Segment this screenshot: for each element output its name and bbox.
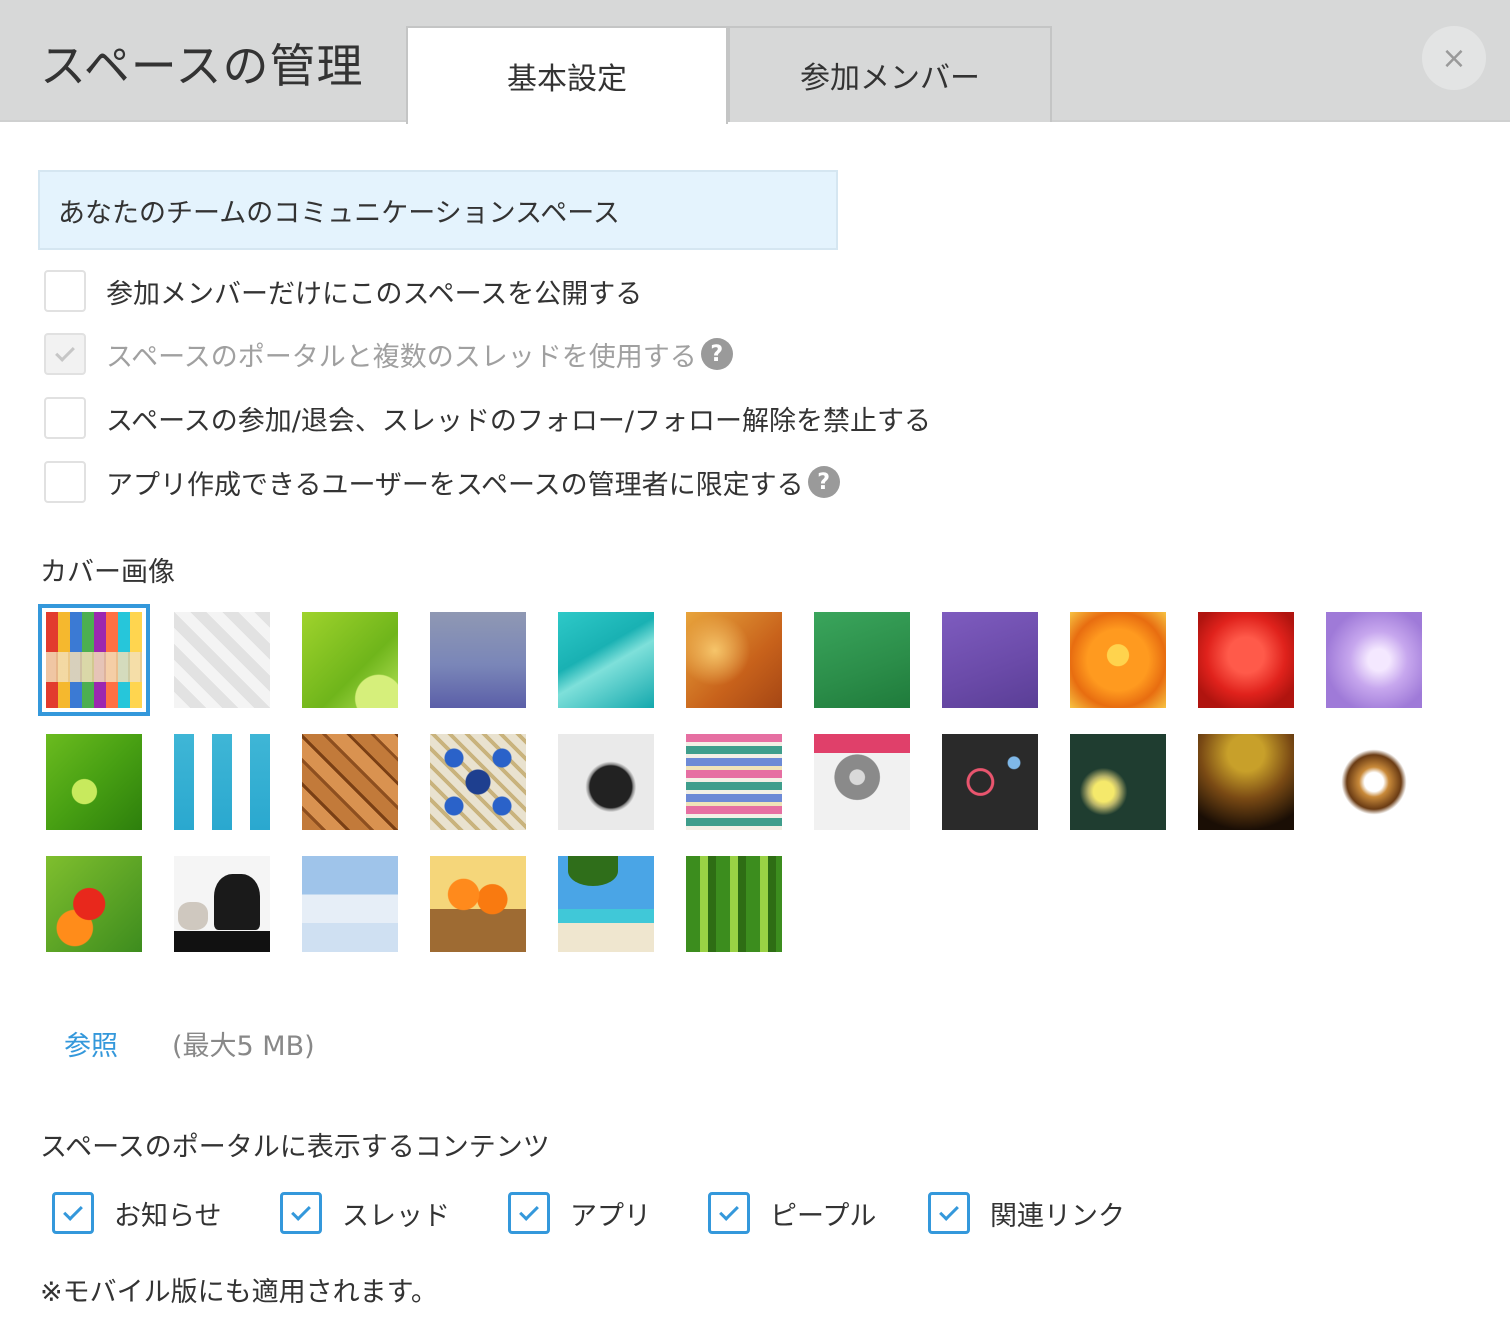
portal-item-notice[interactable]: お知らせ — [52, 1192, 221, 1234]
cover-thumb-vegetables[interactable] — [46, 856, 142, 952]
limit-app-creation-checkbox[interactable] — [44, 461, 86, 503]
related-links-checkbox[interactable] — [928, 1192, 970, 1234]
cover-thumb-lime[interactable] — [302, 612, 398, 708]
cover-thumb-red-flower[interactable] — [1198, 612, 1294, 708]
space-name-input[interactable] — [38, 170, 838, 250]
check-icon — [719, 1200, 739, 1221]
prohibit-join-leave-checkbox[interactable] — [44, 397, 86, 439]
dialog-title: スペースの管理 — [40, 39, 364, 93]
option-limit-app-creation: アプリ作成できるユーザーをスペースの管理者に限定する ? — [44, 461, 840, 503]
cover-thumb-purple[interactable] — [942, 612, 1038, 708]
option-label: 参加メンバーだけにこのスペースを公開する — [106, 278, 643, 310]
cover-thumb-pencils[interactable] — [38, 604, 150, 716]
cover-image-label: カバー画像 — [40, 557, 175, 588]
cover-thumb-compass[interactable] — [558, 734, 654, 830]
portal-item-label: スレッド — [342, 1200, 450, 1232]
cover-thumb-books[interactable] — [686, 734, 782, 830]
check-icon — [55, 341, 75, 362]
help-icon[interactable]: ? — [700, 338, 733, 370]
check-icon — [291, 1200, 311, 1221]
cover-thumb-tile[interactable] — [430, 734, 526, 830]
cover-thumb-lightbulb[interactable] — [1070, 734, 1166, 830]
option-portal-threads: スペースのポータルと複数のスレッドを使用する ? — [44, 333, 733, 375]
option-label: スペースの参加/退会、スレッドのフォロー/フォロー解除を禁止する — [106, 405, 931, 437]
people-checkbox[interactable] — [708, 1192, 750, 1234]
browse-link[interactable]: 参照 — [64, 1024, 118, 1063]
cover-thumb-latte[interactable] — [1326, 734, 1422, 830]
notice-checkbox[interactable] — [52, 1192, 94, 1234]
cover-thumb-leaf[interactable] — [46, 734, 142, 830]
portal-contents-label: スペースのポータルに表示するコンテンツ — [40, 1132, 550, 1163]
mobile-note: ※モバイル版にも適用されます。 — [40, 1277, 438, 1308]
portal-item-people[interactable]: ピープル — [708, 1192, 876, 1234]
option-members-only: 参加メンバーだけにこのスペースを公開する — [44, 270, 642, 312]
cover-thumb-orange-flower[interactable] — [1070, 612, 1166, 708]
portal-threads-checkbox — [44, 333, 86, 375]
close-icon: × — [1441, 40, 1467, 76]
option-label: スペースのポータルと複数のスレッドを使用する — [106, 341, 697, 373]
portal-item-label: アプリ — [570, 1200, 651, 1232]
cover-thumb-gear[interactable] — [814, 734, 910, 830]
max-size-note: (最大5 MB) — [172, 1031, 315, 1062]
dialog-header: スペースの管理 基本設定 参加メンバー × — [0, 0, 1510, 124]
option-prohibit-join-leave: スペースの参加/退会、スレッドのフォロー/フォロー解除を禁止する — [44, 397, 931, 439]
cover-thumb-beach[interactable] — [558, 856, 654, 952]
portal-item-label: ピープル — [770, 1200, 877, 1232]
check-icon — [63, 1200, 83, 1221]
tab-basic-settings[interactable]: 基本設定 — [406, 26, 728, 124]
cover-thumb-snow[interactable] — [302, 856, 398, 952]
cover-thumb-wood[interactable] — [302, 734, 398, 830]
cover-thumb-chalk[interactable] — [942, 734, 1038, 830]
cover-thumb-cubes[interactable] — [174, 734, 270, 830]
members-only-checkbox[interactable] — [44, 270, 86, 312]
cover-thumb-pets[interactable] — [174, 856, 270, 952]
cover-thumb-orange-texture[interactable] — [686, 612, 782, 708]
check-icon — [939, 1200, 959, 1221]
option-label: アプリ作成できるユーザーをスペースの管理者に限定する — [106, 469, 804, 501]
cover-thumb-blue-gradient[interactable] — [430, 612, 526, 708]
tab-members[interactable]: 参加メンバー — [728, 26, 1052, 122]
threads-checkbox[interactable] — [280, 1192, 322, 1234]
cover-thumb-pumpkin[interactable] — [430, 856, 526, 952]
cover-thumb-teal[interactable] — [558, 612, 654, 708]
portal-item-threads[interactable]: スレッド — [280, 1192, 450, 1234]
cover-thumb-dark-gradient[interactable] — [1198, 734, 1294, 830]
cover-thumb-lavender-flower[interactable] — [1326, 612, 1422, 708]
cover-thumb-green[interactable] — [814, 612, 910, 708]
portal-item-label: お知らせ — [114, 1200, 222, 1232]
check-icon — [519, 1200, 539, 1221]
portal-item-apps[interactable]: アプリ — [508, 1192, 651, 1234]
apps-checkbox[interactable] — [508, 1192, 550, 1234]
close-button[interactable]: × — [1422, 26, 1486, 90]
cover-thumb-bamboo[interactable] — [686, 856, 782, 952]
help-icon[interactable]: ? — [807, 466, 840, 498]
cover-thumb-white-pattern[interactable] — [174, 612, 270, 708]
portal-item-label: 関連リンク — [990, 1200, 1125, 1232]
portal-item-related-links[interactable]: 関連リンク — [928, 1192, 1125, 1234]
